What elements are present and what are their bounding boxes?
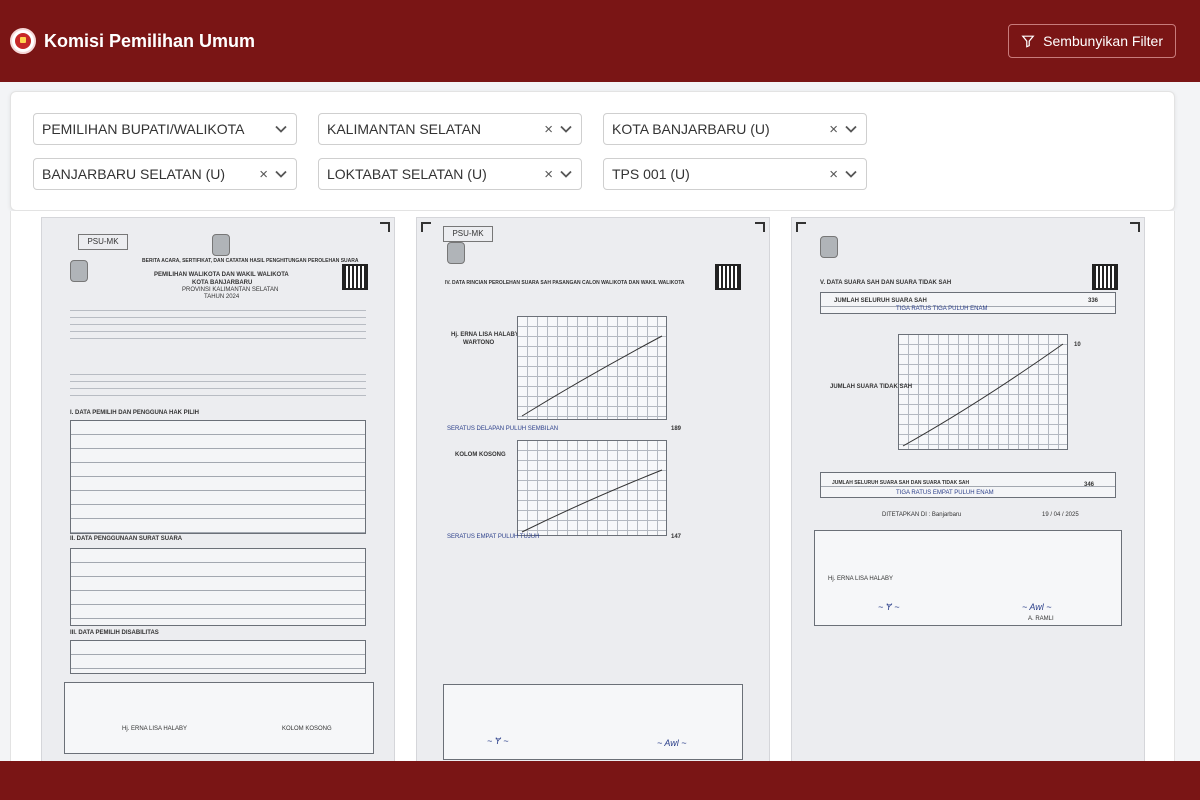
document-page-1[interactable]: PSU-MK BERITA ACARA, SERTIFIKAT, DAN CAT… [41,217,395,761]
valid-votes-words: TIGA RATUS TIGA PULUH ENAM [896,306,988,312]
clear-icon[interactable]: × [544,121,553,138]
district-value: BANJARBARU SELATAN (U) [42,166,226,182]
section-iii-title: III. DATA PEMILIH DISABILITAS [70,630,159,636]
signature-table [64,682,374,754]
village-select[interactable]: LOKTABAT SELATAN (U) × [318,158,582,190]
funnel-icon [1021,35,1035,48]
brand: Komisi Pemilihan Umum [10,28,255,54]
invalid-votes-label: JUMLAH SUARA TIDAK SAH [830,384,913,390]
signatory-right: A. RAMLI [1028,616,1054,622]
place-line: DITETAPKAN DI : Banjarbaru [882,512,962,518]
regional-emblem-icon [820,236,838,258]
city-value: KOTA BANJARBARU (U) [612,121,770,137]
signatory-right: KOLOM KOSONG [282,726,332,732]
ballot-usage-table [70,548,366,626]
valid-votes-value: 336 [1088,298,1099,304]
tps-select[interactable]: TPS 001 (U) × [603,158,867,190]
document-page-2[interactable]: PSU-MK IV. DATA RINCIAN PEROLEHAN SUARA … [416,217,770,761]
district-select[interactable]: BANJARBARU SELATAN (U) × [33,158,297,190]
form-code: PSU-MK [78,234,128,250]
signatory-left: Hj. ERNA LISA HALABY [122,726,188,732]
signatory-left: Hj. ERNA LISA HALABY [828,576,894,582]
total-2-value: 147 [671,534,682,540]
form-city: KOTA BANJARBARU [192,280,253,286]
regional-emblem-icon [447,242,465,264]
province-value: KALIMANTAN SELATAN [327,121,482,137]
clear-icon[interactable]: × [829,166,838,183]
qr-code-icon [1092,264,1118,290]
election-type-value: PEMILIHAN BUPATI/WALIKOTA [42,121,245,137]
form-title: BERITA ACARA, SERTIFIKAT, DAN CATATAN HA… [142,258,359,264]
hide-filter-button[interactable]: Sembunyikan Filter [1008,24,1176,58]
signature-left: ~ Ɏ ~ [878,602,900,612]
form-subtitle: PEMILIHAN WALIKOTA DAN WAKIL WALIKOTA [154,272,289,278]
bottom-bar [0,761,1200,800]
disability-table [70,640,366,674]
province-select[interactable]: KALIMANTAN SELATAN × [318,113,582,145]
total-votes-words: TIGA RATUS EMPAT PULUH ENAM [896,490,994,496]
tps-value: TPS 001 (U) [612,166,690,182]
clear-icon[interactable]: × [544,166,553,183]
hide-filter-label: Sembunyikan Filter [1043,33,1163,49]
chevron-down-icon [845,170,857,178]
candidate-1-name: Hj. ERNA LISA HALABY [451,332,519,338]
form-province: PROVINSI KALIMANTAN SELATAN [182,287,279,293]
documents-area: PSU-MK BERITA ACARA, SERTIFIKAT, DAN CAT… [10,211,1175,761]
clear-icon[interactable]: × [829,121,838,138]
invalid-votes-value: 10 [1074,342,1081,348]
invalid-tally-curve [902,343,1064,447]
section-iv-title: IV. DATA RINCIAN PEROLEHAN SUARA SAH PAS… [445,280,685,286]
clear-icon[interactable]: × [259,166,268,183]
filter-panel: PEMILIHAN BUPATI/WALIKOTA KALIMANTAN SEL… [10,91,1175,211]
total-1-value: 189 [671,426,682,432]
tally-curve-1 [521,335,663,417]
kpu-logo-icon [10,28,36,54]
document-page-3[interactable]: V. DATA SUARA SAH DAN SUARA TIDAK SAH JU… [791,217,1145,761]
top-bar: Komisi Pemilihan Umum Sembunyikan Filter [0,0,1200,82]
signature-left: ~ Ɏ ~ [487,736,509,746]
section-v-title: V. DATA SUARA SAH DAN SUARA TIDAK SAH [820,280,952,286]
qr-code-icon [715,264,741,290]
signature-right: ~ Awl ~ [657,738,687,748]
section-i-title: I. DATA PEMILIH DAN PENGGUNA HAK PILIH [70,410,199,416]
voter-data-table [70,420,366,534]
chevron-down-icon [275,170,287,178]
valid-votes-label: JUMLAH SELURUH SUARA SAH [834,298,927,304]
section-ii-title: II. DATA PENGGUNAAN SURAT SUARA [70,536,183,542]
form-year: TAHUN 2024 [204,294,240,300]
total-1-words: SERATUS DELAPAN PULUH SEMBILAN [447,426,559,432]
form-code: PSU-MK [443,226,493,242]
garuda-emblem-icon [212,234,230,256]
village-value: LOKTABAT SELATAN (U) [327,166,487,182]
chevron-down-icon [275,125,287,133]
tally-curve-2 [521,469,663,533]
date-line: 19 / 04 / 2025 [1042,512,1079,518]
signature-right: ~ Awl ~ [1022,602,1052,612]
chevron-down-icon [560,125,572,133]
total-2-words: SERATUS EMPAT PULUH TUJUH [447,534,540,540]
total-votes-label: JUMLAH SELURUH SUARA SAH DAN SUARA TIDAK… [832,480,970,486]
total-votes-value: 346 [1084,482,1095,488]
candidate-1-running-mate: WARTONO [463,340,495,346]
chevron-down-icon [560,170,572,178]
city-select[interactable]: KOTA BANJARBARU (U) × [603,113,867,145]
regional-emblem-icon [70,260,88,282]
candidate-2-name: KOLOM KOSONG [455,452,506,458]
election-type-select[interactable]: PEMILIHAN BUPATI/WALIKOTA [33,113,297,145]
qr-code-icon [342,264,368,290]
chevron-down-icon [845,125,857,133]
app-title: Komisi Pemilihan Umum [44,30,256,51]
signature-table [443,684,743,760]
